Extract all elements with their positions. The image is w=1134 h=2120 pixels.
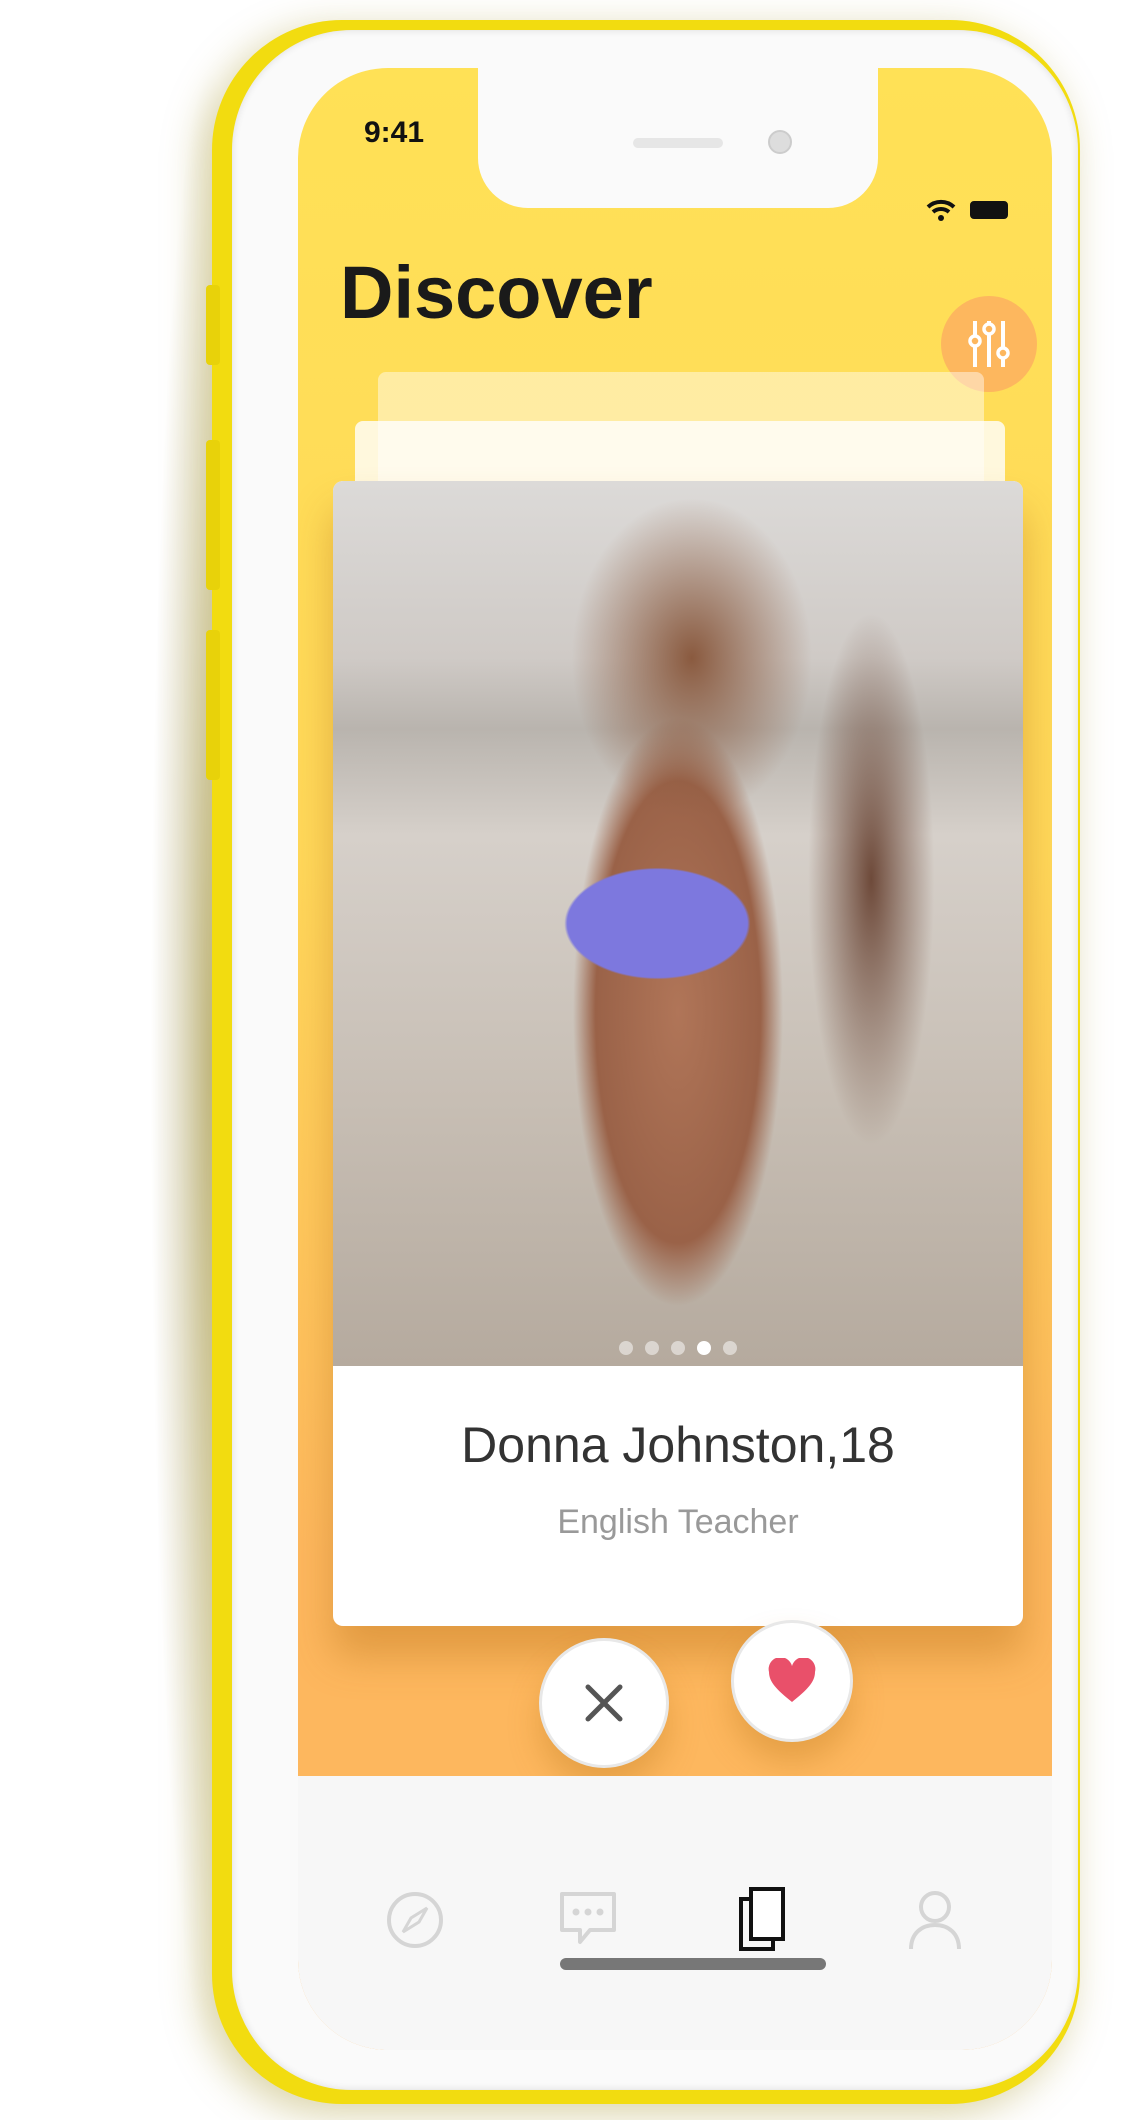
pagination-dot[interactable]: [697, 1341, 711, 1355]
tab-discover[interactable]: [375, 1880, 455, 1960]
speaker: [633, 138, 723, 148]
tab-cards[interactable]: [722, 1880, 802, 1960]
user-icon: [909, 1891, 962, 1950]
profile-photo[interactable]: [333, 481, 1023, 1366]
photo-pagination: [333, 1341, 1023, 1355]
heart-icon: [768, 1658, 816, 1702]
wifi-icon: [926, 199, 956, 221]
cards-icon: [738, 1887, 785, 1951]
mute-switch: [206, 285, 220, 365]
tab-messages[interactable]: [548, 1880, 628, 1960]
app-screen: 9:41 Discover Donna Johnston,18 English …: [298, 68, 1052, 2050]
chat-icon: [560, 1892, 617, 1944]
notch: [478, 68, 878, 208]
battery-icon: [970, 201, 1008, 219]
tab-profile[interactable]: [895, 1880, 975, 1960]
pagination-dot[interactable]: [645, 1341, 659, 1355]
like-button[interactable]: [731, 1620, 853, 1742]
dislike-button[interactable]: [539, 1638, 669, 1768]
pagination-dot[interactable]: [671, 1341, 685, 1355]
status-icons: [926, 198, 1008, 222]
camera: [768, 130, 792, 154]
profile-occupation: English Teacher: [557, 1503, 799, 1541]
volume-up-button: [206, 440, 220, 590]
page-title: Discover: [340, 251, 653, 334]
volume-down-button: [206, 630, 220, 780]
tab-bar: [298, 1776, 1052, 2050]
close-icon: [585, 1684, 623, 1722]
home-indicator[interactable]: [560, 1958, 826, 1970]
pagination-dot[interactable]: [619, 1341, 633, 1355]
profile-name: Donna Johnston,18: [461, 1417, 895, 1473]
compass-icon: [386, 1892, 443, 1948]
sliders-icon: [968, 321, 1010, 367]
pagination-dot[interactable]: [723, 1341, 737, 1355]
status-time: 9:41: [364, 116, 425, 149]
profile-card[interactable]: Donna Johnston,18 English Teacher: [333, 481, 1023, 1626]
